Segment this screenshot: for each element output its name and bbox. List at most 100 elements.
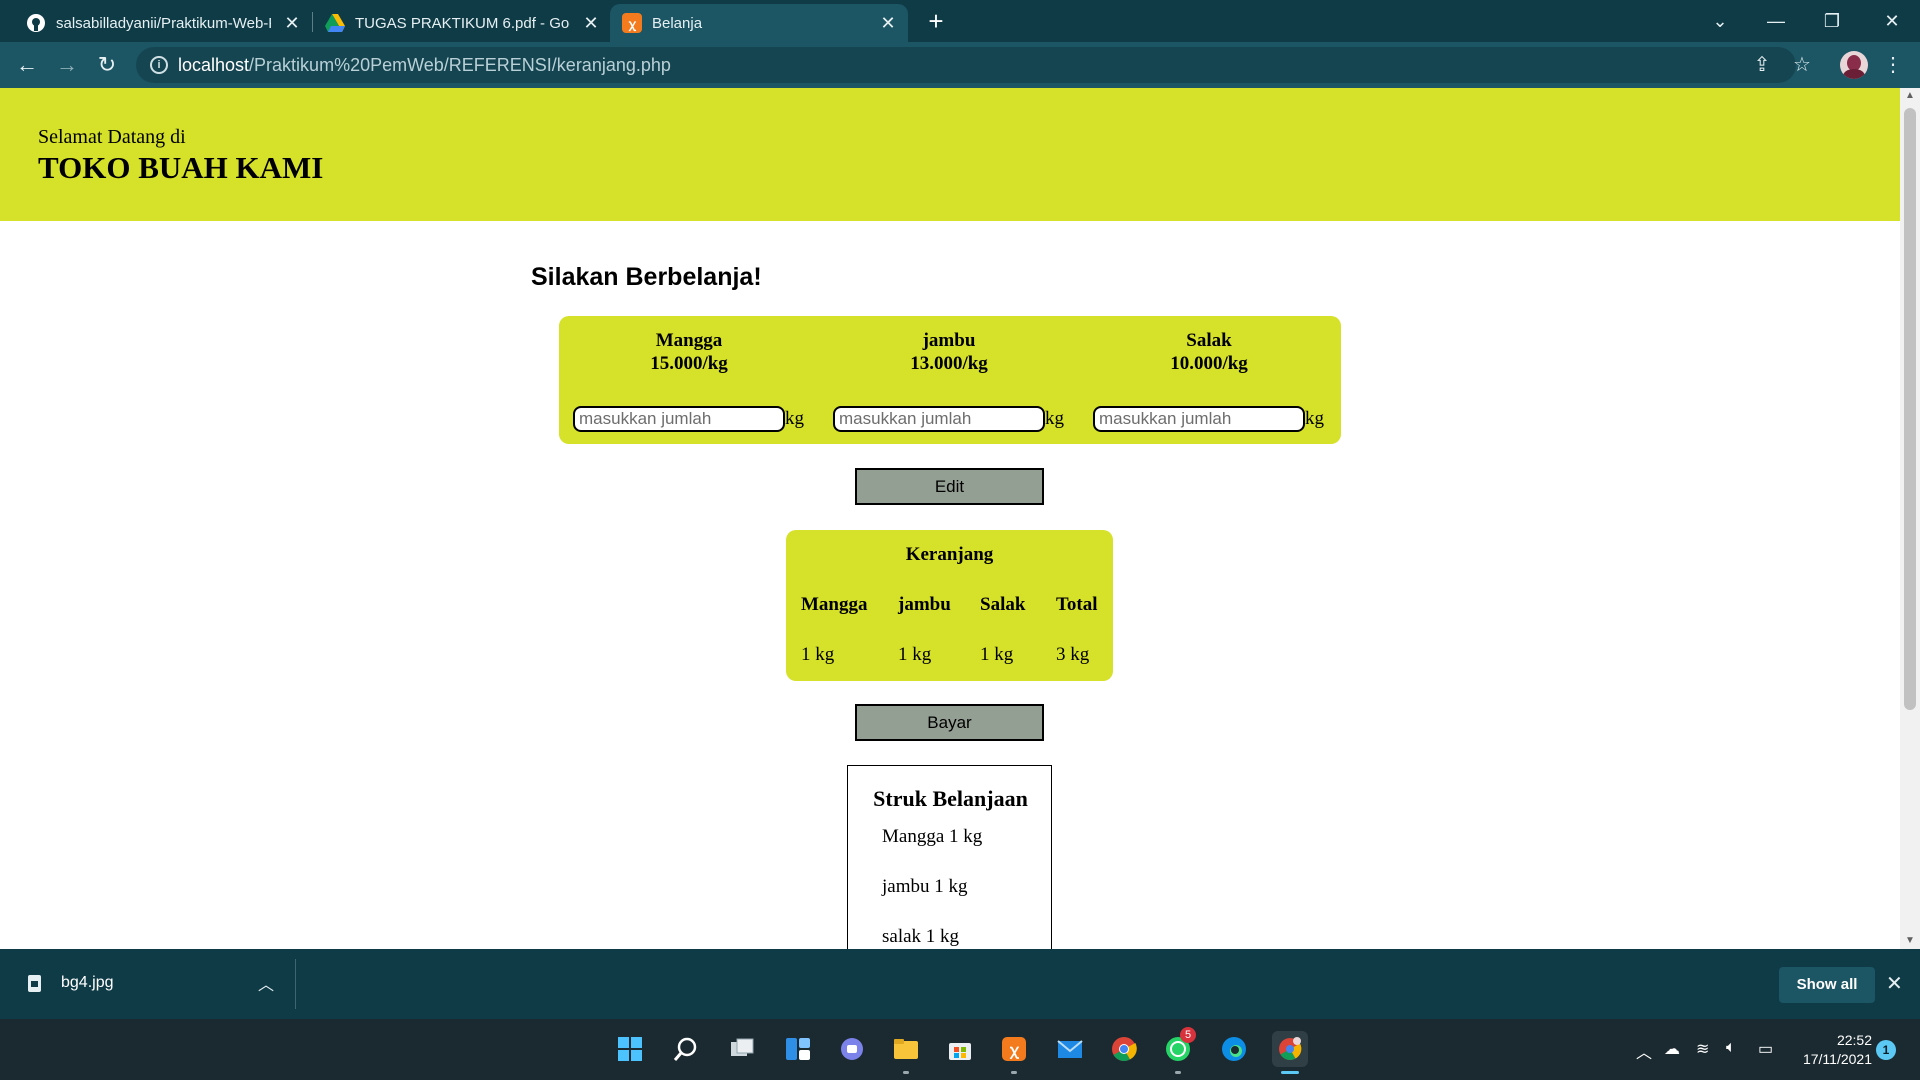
tab-belanja[interactable]: ꭓ Belanja ✕ bbox=[610, 4, 908, 42]
task-view[interactable] bbox=[724, 1031, 760, 1067]
scroll-down-arrow-icon[interactable]: ▼ bbox=[1900, 933, 1920, 949]
cart-header-total: Total bbox=[1056, 594, 1098, 615]
quantity-input-mangga[interactable] bbox=[573, 406, 785, 432]
file-explorer[interactable] bbox=[888, 1031, 924, 1074]
welcome-text: Selamat Datang di bbox=[38, 126, 186, 148]
fruit-mangga: Mangga 15.000/kg kg bbox=[559, 316, 819, 444]
profile-avatar[interactable] bbox=[1840, 51, 1868, 79]
restore-button[interactable]: ❐ bbox=[1812, 6, 1852, 36]
widgets[interactable] bbox=[780, 1031, 816, 1067]
forward-button[interactable]: → bbox=[52, 50, 82, 80]
reload-button[interactable]: ↻ bbox=[92, 50, 122, 80]
bookmark-star-icon[interactable]: ☆ bbox=[1789, 52, 1815, 78]
close-icon[interactable]: ✕ bbox=[878, 13, 898, 33]
quantity-input-jambu[interactable] bbox=[833, 406, 1045, 432]
onedrive-cloud-icon[interactable]: ☁ bbox=[1664, 1039, 1680, 1059]
browser-tab-strip: salsabilladyanii/Praktikum-Web-P ✕ TUGAS… bbox=[0, 0, 1920, 42]
edge[interactable] bbox=[1216, 1031, 1252, 1067]
browser-toolbar: ← → ↻ i localhost/Praktikum%20PemWeb/REF… bbox=[0, 42, 1920, 88]
window-close-button[interactable]: ✕ bbox=[1872, 6, 1912, 36]
pay-button[interactable]: Bayar bbox=[855, 704, 1044, 741]
xampp-taskbar[interactable]: ꭓ bbox=[996, 1031, 1032, 1074]
scroll-up-arrow-icon[interactable]: ▲ bbox=[1900, 88, 1920, 104]
store-icon bbox=[949, 1043, 971, 1060]
receipt-title: Struk Belanjaan bbox=[873, 786, 1028, 811]
page-scrollbar[interactable]: ▲ ▼ bbox=[1900, 88, 1920, 949]
download-bar: bg4.jpg ︿ Show all ✕ bbox=[0, 949, 1920, 1019]
site-header: Selamat Datang di TOKO BUAH KAMI bbox=[0, 88, 1900, 221]
widgets-icon bbox=[786, 1038, 810, 1060]
chat-icon bbox=[841, 1038, 863, 1060]
cart-header-salak: Salak bbox=[980, 594, 1026, 615]
close-icon[interactable]: ✕ bbox=[581, 13, 601, 33]
teams-chat[interactable] bbox=[834, 1031, 870, 1067]
fruit-jambu: jambu 13.000/kg kg bbox=[819, 316, 1079, 444]
folder-icon bbox=[894, 1039, 918, 1059]
quantity-input-salak[interactable] bbox=[1093, 406, 1305, 432]
minimize-button[interactable]: — bbox=[1756, 6, 1796, 36]
cart-value-salak: 1 kg bbox=[980, 644, 1014, 665]
fruit-price: 13.000/kg bbox=[910, 353, 988, 374]
clock-time: 22:52 bbox=[1836, 1032, 1872, 1048]
windows-logo-icon bbox=[618, 1037, 642, 1061]
tab-google-drive[interactable]: TUGAS PRAKTIKUM 6.pdf - Goog ✕ bbox=[313, 4, 611, 42]
tab-search-chevron-icon[interactable]: ⌄ bbox=[1700, 6, 1740, 36]
new-tab-button[interactable]: + bbox=[922, 8, 950, 36]
tab-title: TUGAS PRAKTIKUM 6.pdf - Goog bbox=[355, 14, 570, 32]
chrome[interactable] bbox=[1106, 1031, 1142, 1067]
receipt-item: salak 1 kg bbox=[882, 926, 960, 947]
address-bar[interactable]: i localhost/Praktikum%20PemWeb/REFERENSI… bbox=[136, 47, 1796, 83]
fruit-price: 10.000/kg bbox=[1170, 353, 1248, 374]
chevron-up-icon[interactable]: ︿ bbox=[258, 971, 274, 995]
github-icon bbox=[26, 13, 46, 33]
site-info-icon[interactable]: i bbox=[150, 56, 168, 74]
close-icon[interactable]: ✕ bbox=[282, 13, 302, 33]
download-file-name[interactable]: bg4.jpg bbox=[61, 974, 114, 992]
chevron-up-icon[interactable]: ︿ bbox=[1636, 1039, 1652, 1063]
notification-badge: 5 bbox=[1180, 1027, 1196, 1043]
notification-count-badge[interactable]: 1 bbox=[1876, 1040, 1896, 1060]
battery-icon[interactable]: ▭ bbox=[1758, 1039, 1773, 1059]
cart-header-mangga: Mangga bbox=[801, 594, 868, 615]
microsoft-store[interactable] bbox=[942, 1031, 978, 1067]
chrome-active[interactable] bbox=[1272, 1031, 1308, 1074]
receipt-panel: Struk Belanjaan Mangga 1 kg jambu 1 kg s… bbox=[847, 765, 1052, 949]
tab-github[interactable]: salsabilladyanii/Praktikum-Web-P ✕ bbox=[14, 4, 312, 42]
fruit-order-form: Mangga 15.000/kg kg jambu 13.000/kg kg S… bbox=[559, 316, 1341, 444]
cart-value-mangga: 1 kg bbox=[801, 644, 835, 665]
page-viewport: Selamat Datang di TOKO BUAH KAMI Silakan… bbox=[0, 88, 1900, 949]
back-button[interactable]: ← bbox=[12, 50, 42, 80]
edge-icon bbox=[1222, 1037, 1246, 1061]
start-button[interactable] bbox=[612, 1031, 648, 1067]
menu-kebab-icon[interactable]: ⋮ bbox=[1880, 52, 1906, 78]
taskbar-search[interactable] bbox=[668, 1031, 704, 1067]
whatsapp[interactable]: 5 bbox=[1160, 1027, 1196, 1074]
page-title: Silakan Berbelanja! bbox=[531, 263, 762, 291]
cart-title: Keranjang bbox=[905, 544, 994, 565]
fruit-name: Salak bbox=[1186, 330, 1232, 351]
system-clock[interactable]: 22:52 17/11/2021 bbox=[1792, 1031, 1872, 1069]
edit-button[interactable]: Edit bbox=[855, 468, 1044, 505]
shop-name: TOKO BUAH KAMI bbox=[38, 150, 324, 185]
search-icon bbox=[673, 1037, 697, 1061]
task-view-icon bbox=[731, 1038, 754, 1056]
windows-taskbar: ꭓ 5 ︿ ☁ ≋ 🔈︎ ▭ 22:52 17/11/2021 1 bbox=[0, 1019, 1920, 1080]
chrome-icon bbox=[1112, 1037, 1137, 1062]
show-all-button[interactable]: Show all bbox=[1779, 967, 1875, 1003]
wifi-icon[interactable]: ≋ bbox=[1696, 1039, 1709, 1059]
clock-date: 17/11/2021 bbox=[1802, 1051, 1872, 1067]
share-icon[interactable]: ⇪ bbox=[1749, 52, 1775, 78]
cart-value-total: 3 kg bbox=[1056, 644, 1090, 665]
unit-label: kg bbox=[1305, 408, 1324, 429]
running-indicator bbox=[1011, 1071, 1017, 1074]
xampp-icon: ꭓ bbox=[1002, 1037, 1026, 1061]
close-icon[interactable]: ✕ bbox=[1886, 971, 1903, 996]
mail[interactable] bbox=[1052, 1031, 1088, 1067]
fruit-name: jambu bbox=[922, 330, 976, 351]
receipt-item: jambu 1 kg bbox=[882, 876, 968, 897]
fruit-price: 15.000/kg bbox=[650, 353, 728, 374]
url-text: localhost/Praktikum%20PemWeb/REFERENSI/k… bbox=[178, 55, 671, 75]
volume-icon[interactable]: 🔈︎ bbox=[1726, 1039, 1736, 1057]
cart-value-jambu: 1 kg bbox=[898, 644, 932, 665]
scroll-thumb[interactable] bbox=[1904, 108, 1916, 710]
